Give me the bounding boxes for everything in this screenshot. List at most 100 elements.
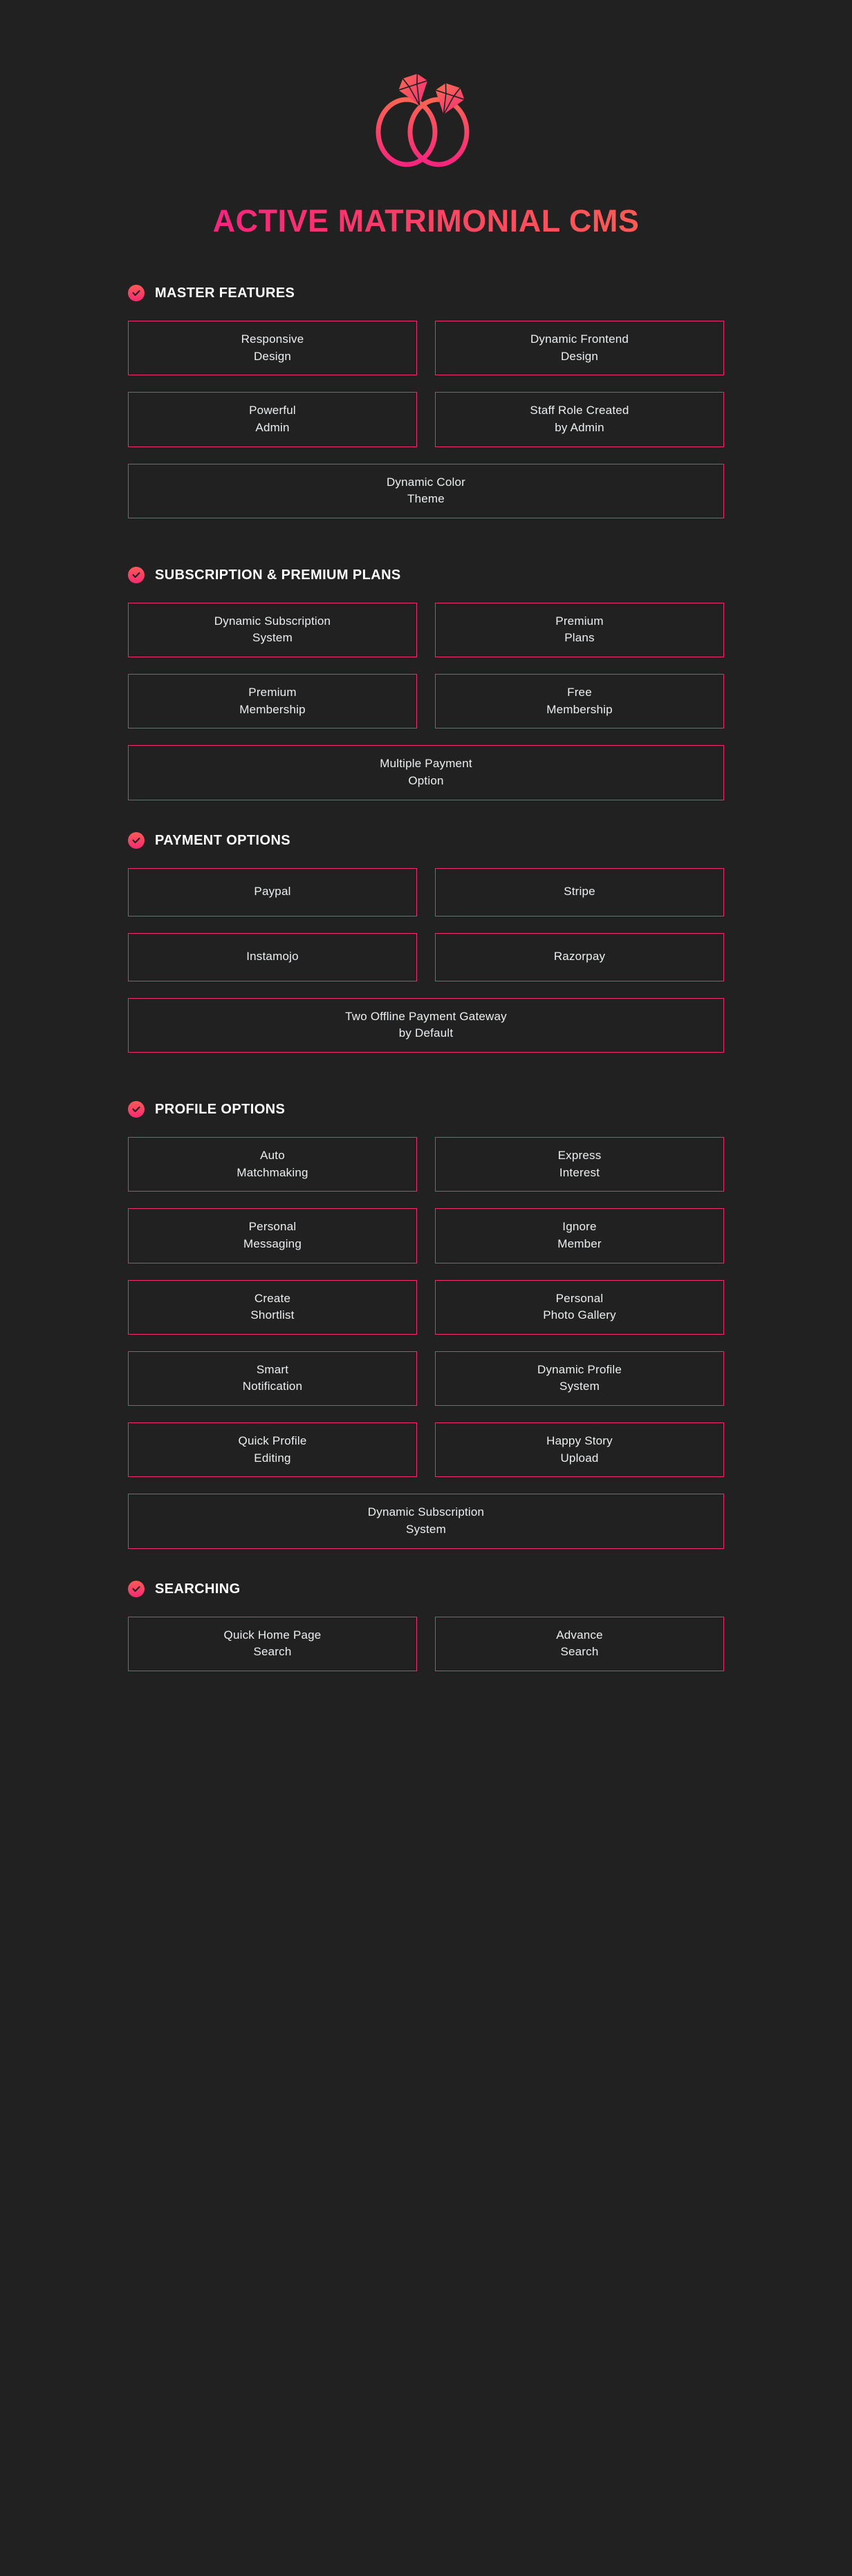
feature-box[interactable]: Premium Plans bbox=[435, 602, 724, 658]
brand-header: Active Matrimonial CMS bbox=[0, 66, 852, 239]
feature-box[interactable]: Multiple Payment Option bbox=[128, 745, 724, 800]
sections-container: MASTER FEATURES Responsive Design Dynamic F… bbox=[0, 285, 852, 1671]
feature-box[interactable]: Razorpay bbox=[435, 932, 724, 981]
feature-label: Stripe bbox=[564, 885, 595, 899]
feature-box[interactable]: Responsive Design bbox=[128, 321, 417, 376]
feature-label: Free bbox=[567, 686, 592, 699]
feature-grid: Responsive Design Dynamic Frontend Design Po… bbox=[128, 321, 724, 518]
feature-box[interactable]: Auto Matchmaking bbox=[128, 1136, 417, 1192]
feature-label: Notification bbox=[242, 1380, 303, 1393]
feature-label: Auto bbox=[260, 1148, 285, 1162]
feature-grid: Dynamic Subscription System Premium Plans Pr… bbox=[128, 602, 724, 800]
check-circle-icon bbox=[128, 566, 145, 583]
feature-label: Staff Role Created bbox=[530, 404, 629, 417]
feature-box[interactable]: Quick Home Page Search bbox=[128, 1616, 417, 1671]
feature-label: Matchmaking bbox=[237, 1165, 308, 1179]
feature-label: Interest bbox=[559, 1165, 600, 1179]
feature-label: Messaging bbox=[243, 1237, 302, 1250]
feature-label: Express bbox=[557, 1148, 602, 1162]
feature-box[interactable]: Smart Notification bbox=[128, 1351, 417, 1407]
feature-box[interactable]: Dynamic Subscription System bbox=[128, 1494, 724, 1549]
check-circle-icon bbox=[128, 831, 145, 849]
feature-label: Responsive bbox=[241, 332, 304, 346]
feature-label: Search bbox=[253, 1645, 292, 1659]
feature-box[interactable]: Advance Search bbox=[435, 1616, 724, 1671]
section-master-features: MASTER FEATURES Responsive Design Dynamic F… bbox=[0, 285, 852, 518]
feature-box[interactable]: Happy Story Upload bbox=[435, 1422, 724, 1478]
feature-label: Photo Gallery bbox=[543, 1308, 616, 1322]
feature-box[interactable]: Dynamic Color Theme bbox=[128, 463, 724, 518]
feature-label: Membership bbox=[546, 702, 613, 716]
section-title: SEARCHING bbox=[155, 1581, 241, 1597]
feature-label: Happy Story bbox=[546, 1434, 613, 1448]
section-title: MASTER FEATURES bbox=[155, 285, 295, 301]
feature-label: Dynamic Subscription bbox=[367, 1505, 485, 1519]
feature-label: Premium bbox=[555, 614, 604, 628]
feature-label: Design bbox=[253, 349, 292, 363]
feature-box[interactable]: Dynamic Profile System bbox=[435, 1351, 724, 1407]
feature-label: Razorpay bbox=[553, 950, 606, 963]
feature-label: Editing bbox=[254, 1451, 291, 1465]
feature-label: Quick Profile bbox=[238, 1434, 307, 1448]
section-payment-options: PAYMENT OPTIONS Paypal Stripe Instamojo Razo… bbox=[0, 831, 852, 1053]
feature-label: Instamojo bbox=[246, 950, 299, 963]
feature-label: Create bbox=[254, 1291, 291, 1305]
feature-label: Dynamic Color bbox=[386, 475, 466, 489]
feature-label: System bbox=[559, 1380, 600, 1393]
feature-label: by Default bbox=[398, 1026, 454, 1040]
check-circle-icon bbox=[128, 1580, 145, 1597]
feature-box[interactable]: Personal Messaging bbox=[128, 1208, 417, 1263]
feature-box[interactable]: Instamojo bbox=[128, 932, 417, 981]
feature-label: Dynamic Frontend bbox=[530, 332, 629, 346]
feature-box[interactable]: Quick Profile Editing bbox=[128, 1422, 417, 1478]
feature-box[interactable]: Stripe bbox=[435, 867, 724, 916]
feature-box[interactable]: Free Membership bbox=[435, 674, 724, 729]
feature-box[interactable]: Ignore Member bbox=[435, 1208, 724, 1263]
feature-box[interactable]: Create Shortlist bbox=[128, 1279, 417, 1335]
section-header: PAYMENT OPTIONS bbox=[128, 831, 724, 849]
feature-label: System bbox=[252, 631, 293, 645]
feature-box[interactable]: Two Offline Payment Gateway by Default bbox=[128, 997, 724, 1053]
feature-label: Multiple Payment bbox=[380, 757, 472, 771]
feature-label: System bbox=[406, 1523, 446, 1536]
feature-box[interactable]: Express Interest bbox=[435, 1136, 724, 1192]
feature-list-page: Active Matrimonial CMS MASTER FEATURES Re… bbox=[0, 66, 852, 1671]
feature-label: Plans bbox=[564, 631, 595, 645]
feature-label: Premium bbox=[248, 686, 297, 699]
feature-label: Two Offline Payment Gateway bbox=[345, 1009, 507, 1023]
page-title: Active Matrimonial CMS bbox=[212, 203, 640, 238]
feature-grid: Auto Matchmaking Express Interest Personal Me… bbox=[128, 1136, 724, 1549]
section-title: PROFILE OPTIONS bbox=[155, 1101, 286, 1117]
feature-label: Option bbox=[408, 774, 444, 788]
feature-grid: Quick Home Page Search Advance Search bbox=[128, 1616, 724, 1671]
section-profile-options: PROFILE OPTIONS Auto Matchmaking Express Int… bbox=[0, 1100, 852, 1549]
feature-box[interactable]: Dynamic Frontend Design bbox=[435, 321, 724, 376]
feature-box[interactable]: Dynamic Subscription System bbox=[128, 602, 417, 658]
feature-label: Search bbox=[560, 1645, 599, 1659]
feature-box[interactable]: Staff Role Created by Admin bbox=[435, 392, 724, 447]
feature-box[interactable]: Personal Photo Gallery bbox=[435, 1279, 724, 1335]
feature-grid: Paypal Stripe Instamojo Razorpay Two Offline… bbox=[128, 867, 724, 1053]
feature-label: Upload bbox=[560, 1451, 599, 1465]
wedding-rings-icon bbox=[350, 66, 502, 177]
feature-box[interactable]: Premium Membership bbox=[128, 674, 417, 729]
section-searching: SEARCHING Quick Home Page Search Advance Sea… bbox=[0, 1580, 852, 1671]
section-header: PROFILE OPTIONS bbox=[128, 1100, 724, 1118]
feature-label: Design bbox=[560, 349, 599, 363]
feature-label: Personal bbox=[248, 1220, 297, 1234]
section-header: SEARCHING bbox=[128, 1580, 724, 1597]
feature-label: Ignore bbox=[562, 1220, 597, 1234]
feature-box[interactable]: Paypal bbox=[128, 867, 417, 916]
section-subscription-premium-plans: SUBSCRIPTION & PREMIUM PLANS Dynamic Subs… bbox=[0, 566, 852, 800]
feature-label: Theme bbox=[407, 492, 445, 506]
feature-label: Advance bbox=[556, 1628, 603, 1642]
feature-box[interactable]: Powerful Admin bbox=[128, 392, 417, 447]
section-header: SUBSCRIPTION & PREMIUM PLANS bbox=[128, 566, 724, 583]
section-title: SUBSCRIPTION & PREMIUM PLANS bbox=[155, 567, 401, 583]
feature-label: Membership bbox=[239, 702, 306, 716]
check-circle-icon bbox=[128, 1100, 145, 1118]
feature-label: Paypal bbox=[254, 885, 291, 899]
